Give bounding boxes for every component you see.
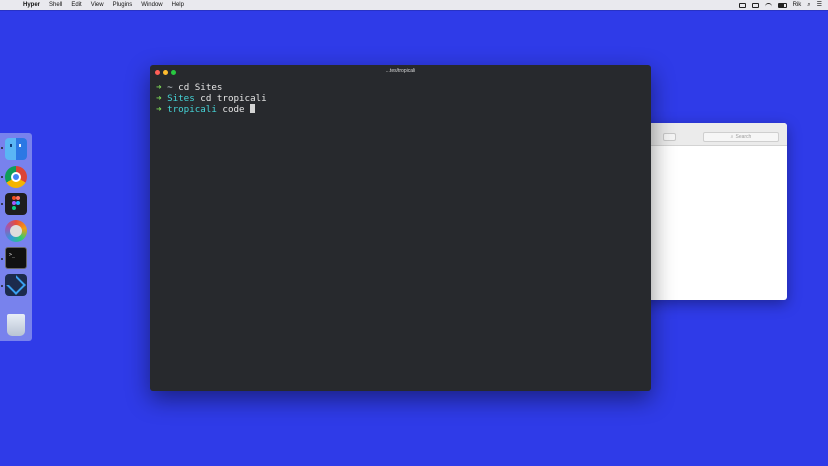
notification-center-icon[interactable]: ☰ (817, 0, 822, 10)
finder-face-right (19, 144, 21, 147)
apple-menu-icon[interactable] (7, 2, 13, 9)
menu-edit[interactable]: Edit (71, 0, 81, 10)
terminal-line: ➜ tropicali code (156, 104, 267, 116)
menu-shell[interactable]: Shell (49, 0, 62, 10)
figma-dot (12, 206, 16, 210)
finder-icon[interactable] (5, 138, 27, 160)
running-indicator (1, 176, 3, 178)
prompt-command: code (216, 104, 251, 116)
dock: >_ (0, 133, 32, 341)
prompt-cwd: ~ (161, 82, 173, 93)
terminal-icon[interactable]: >_ (5, 247, 27, 269)
search-icon[interactable]: ⌕ (807, 0, 810, 10)
vscode-icon[interactable] (5, 274, 27, 296)
menu-app-hyper[interactable]: Hyper (23, 0, 40, 10)
dvd-player-icon[interactable] (5, 220, 27, 242)
status-area: Rik ⌕ ☰ (738, 0, 822, 10)
address-search-field[interactable]: ⌕ Search (703, 132, 779, 142)
wifi-icon[interactable] (764, 2, 772, 8)
search-placeholder: Search (735, 134, 752, 140)
figma-dot (16, 196, 20, 200)
search-icon: ⌕ (730, 134, 734, 140)
share-icon[interactable] (663, 133, 676, 141)
terminal-prompt-glyph: >_ (9, 252, 16, 258)
running-indicator (1, 203, 3, 205)
menu-view[interactable]: View (91, 0, 104, 10)
window-title: ...tes/tropicali (385, 68, 416, 74)
figma-icon[interactable] (5, 193, 27, 215)
battery-icon[interactable] (777, 2, 787, 8)
running-indicator (1, 147, 3, 149)
screen-record-icon[interactable] (738, 2, 746, 8)
chrome-icon[interactable] (5, 166, 27, 188)
terminal-line: ➜ Sites cd tropicali (156, 92, 267, 105)
menu-plugins[interactable]: Plugins (113, 0, 133, 10)
prompt-command: cd tropicali (194, 92, 267, 104)
running-indicator (1, 285, 3, 287)
figma-dot (16, 201, 20, 205)
menu-bar: Hyper Shell Edit View Plugins Window Hel… (0, 0, 828, 10)
hyper-terminal-window[interactable]: ...tes/tropicali ➜ ~ cd Sites ➜ Sites cd… (150, 65, 651, 391)
prompt-cwd: tropicali (161, 104, 217, 116)
text-cursor (250, 104, 256, 114)
terminal-output[interactable]: ➜ ~ cd Sites ➜ Sites cd tropicali ➜ trop… (156, 82, 267, 116)
running-indicator (1, 258, 3, 260)
chrome-center (11, 172, 21, 182)
user-name[interactable]: Rik (793, 2, 802, 8)
airplay-icon[interactable] (751, 2, 759, 8)
trash-icon[interactable] (7, 314, 25, 336)
dvd-center (10, 225, 22, 237)
menu-window[interactable]: Window (141, 0, 162, 10)
finder-face-left (10, 144, 12, 147)
menu-help[interactable]: Help (172, 0, 184, 10)
prompt-cwd: Sites (161, 92, 195, 104)
prompt-command: cd Sites (172, 82, 223, 93)
vscode-logo-shape (6, 275, 26, 295)
